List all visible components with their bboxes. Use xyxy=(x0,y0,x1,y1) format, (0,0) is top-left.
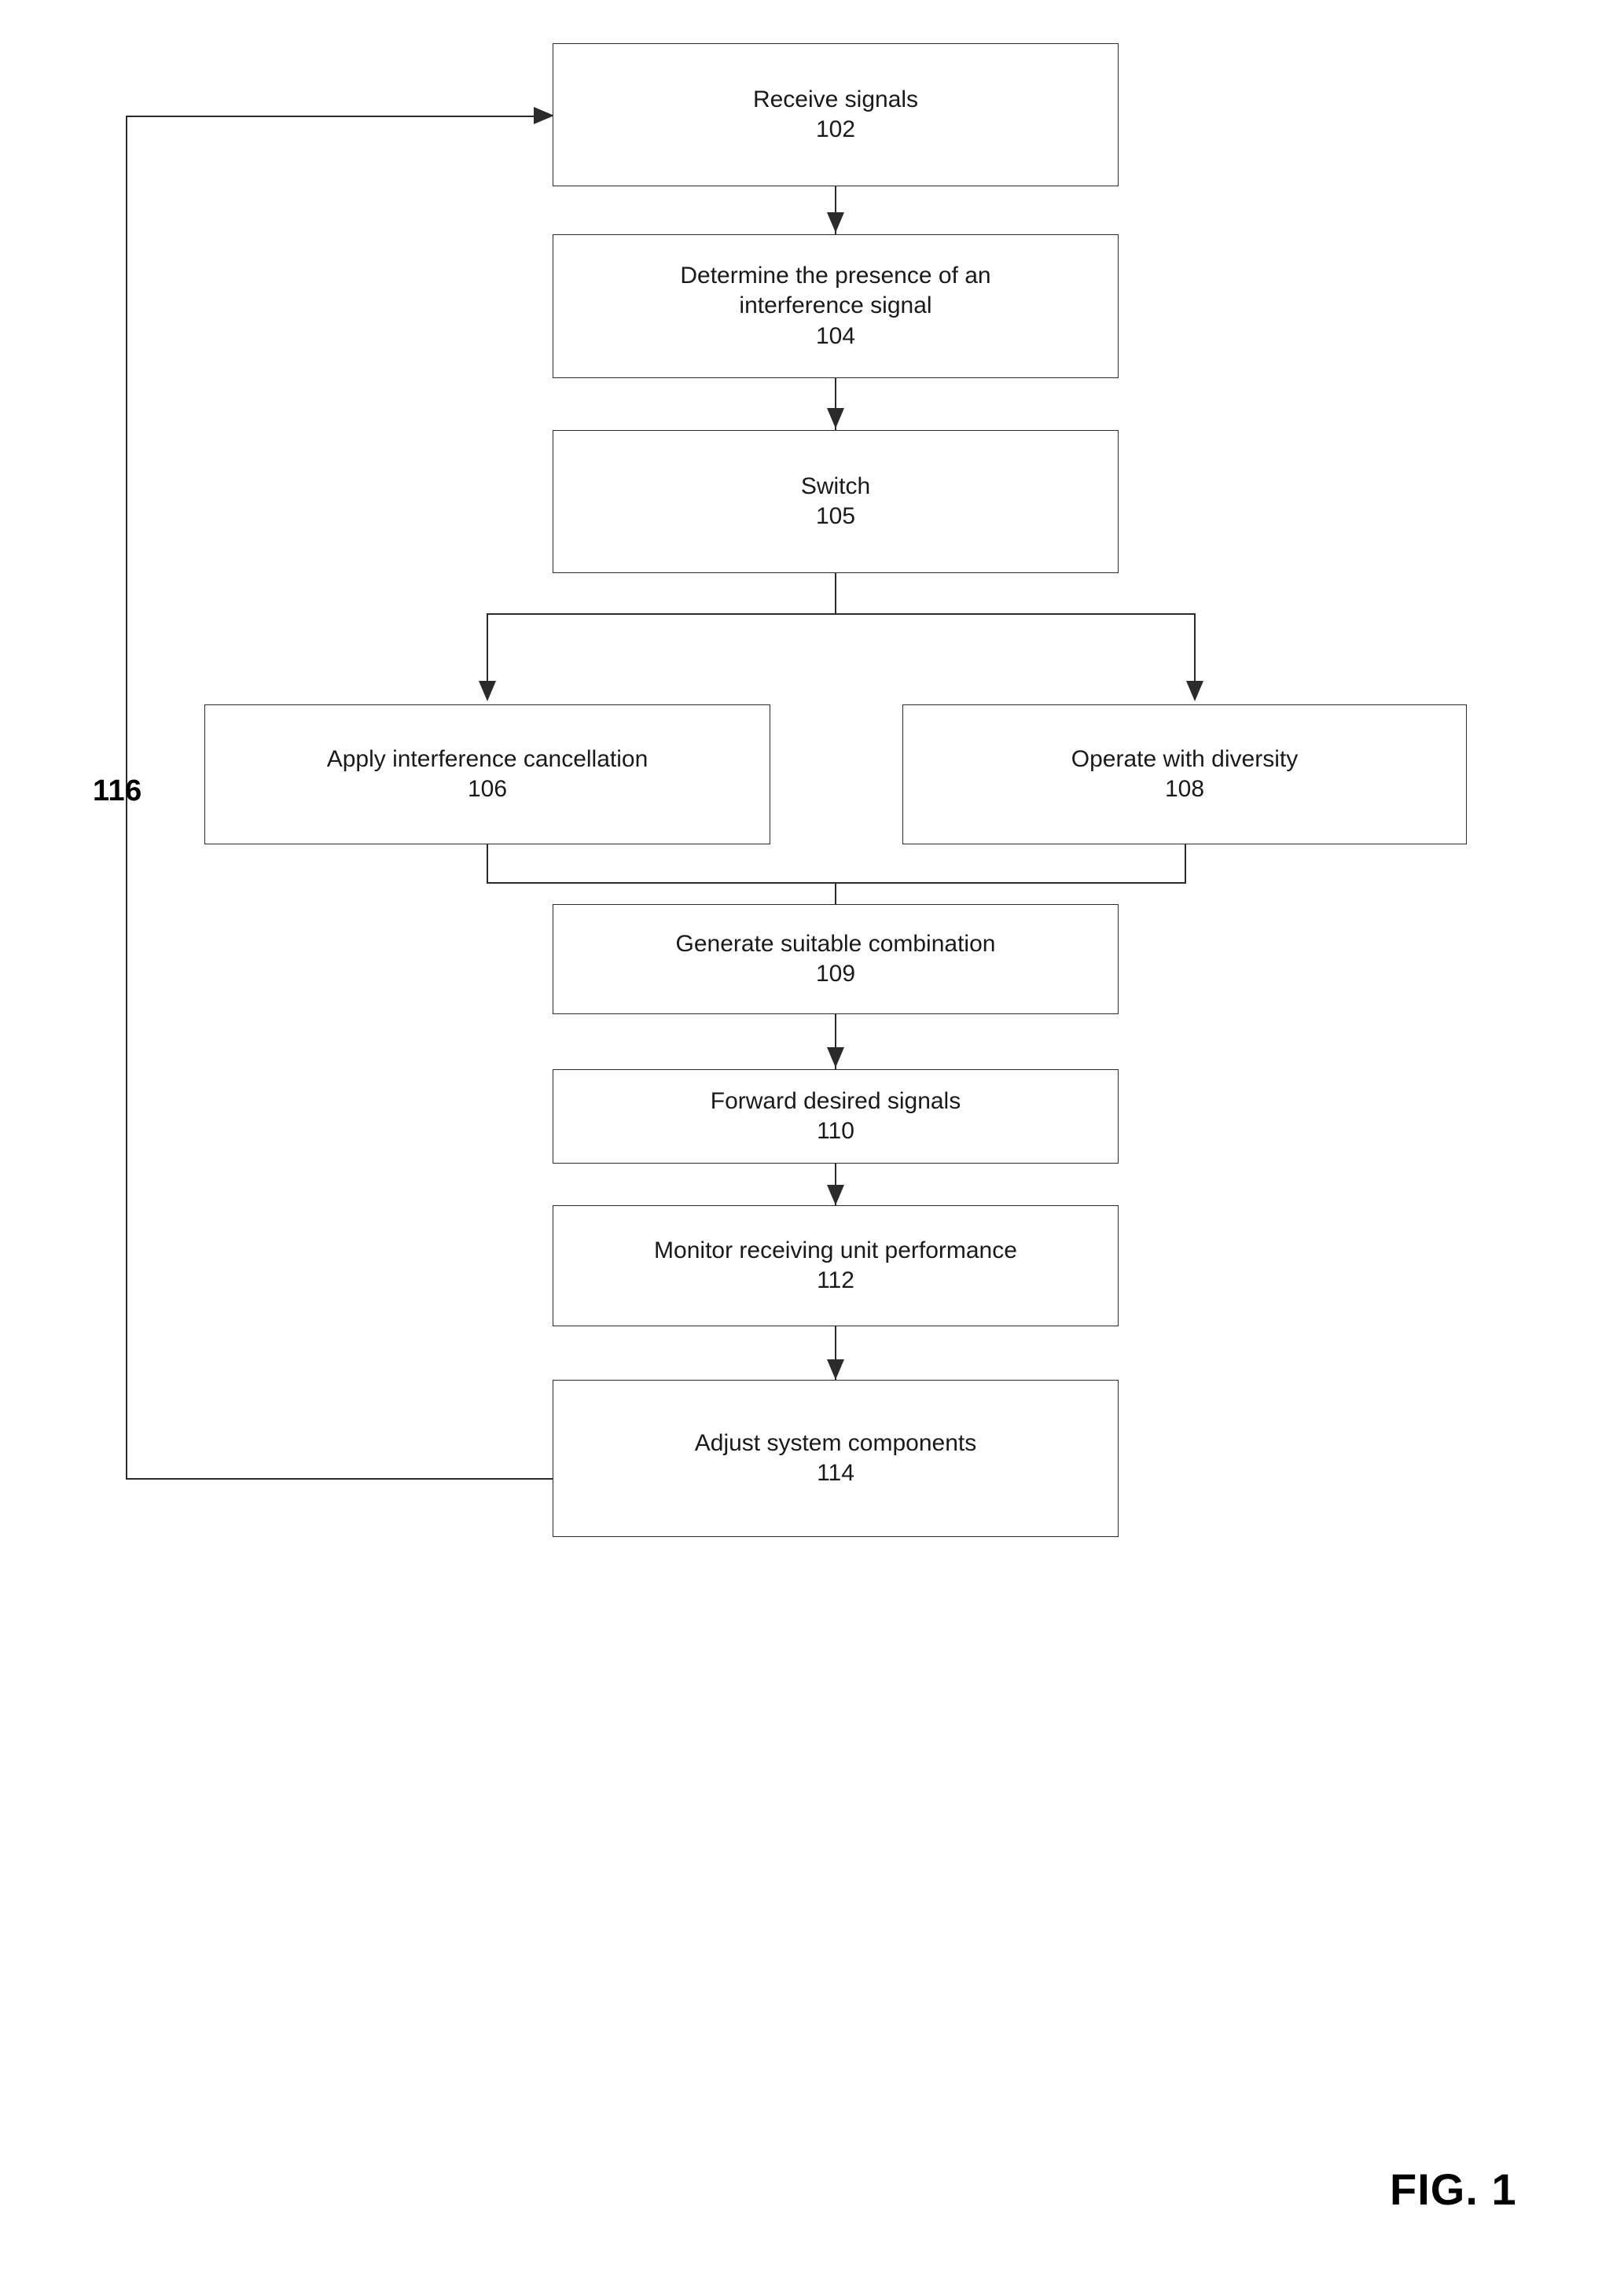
node-monitor-receiving-unit-performance[interactable]: Monitor receiving unit performance 112 xyxy=(553,1205,1119,1326)
node-forward-desired-signals[interactable]: Forward desired signals 110 xyxy=(553,1069,1119,1164)
edge-merge-bar xyxy=(487,882,1186,884)
edge-106-to-merge xyxy=(487,844,488,883)
edge-105-to-split-stem xyxy=(835,573,836,614)
edge-102-to-104-arrowhead xyxy=(827,212,844,233)
figure-canvas: 116 Receive signals 102 Determine the pr… xyxy=(0,0,1624,2291)
edge-split-to-108-arrowhead xyxy=(1186,681,1203,701)
edge-109-to-110-arrowhead xyxy=(827,1047,844,1068)
node-switch-number: 105 xyxy=(815,503,856,529)
edge-split-bar xyxy=(487,613,1195,615)
edge-112-to-114-arrowhead xyxy=(827,1359,844,1380)
node-determine-interference-label: Determine the presence of an interferenc… xyxy=(680,262,991,319)
node-apply-interference-cancellation-label: Apply interference cancellation xyxy=(326,745,648,772)
node-adjust-system-components-label: Adjust system components xyxy=(694,1429,977,1456)
node-generate-suitable-combination-number: 109 xyxy=(815,961,856,987)
node-adjust-system-components-number: 114 xyxy=(817,1460,854,1486)
node-operate-with-diversity[interactable]: Operate with diversity 108 xyxy=(902,704,1467,844)
node-switch[interactable]: Switch 105 xyxy=(553,430,1119,573)
node-monitor-receiving-unit-performance-label: Monitor receiving unit performance xyxy=(654,1237,1017,1263)
edge-104-to-105-arrowhead xyxy=(827,408,844,428)
node-determine-interference-number: 104 xyxy=(815,322,856,349)
node-forward-desired-signals-label: Forward desired signals xyxy=(710,1087,961,1114)
feedback-edge-arrowhead xyxy=(534,107,554,124)
node-determine-interference[interactable]: Determine the presence of an interferenc… xyxy=(553,234,1119,378)
node-apply-interference-cancellation[interactable]: Apply interference cancellation 106 xyxy=(204,704,770,844)
node-receive-signals-number: 102 xyxy=(815,116,856,142)
node-operate-with-diversity-number: 108 xyxy=(1164,776,1205,802)
edge-110-to-112-arrowhead xyxy=(827,1185,844,1205)
node-generate-suitable-combination-label: Generate suitable combination xyxy=(675,930,996,957)
node-receive-signals-label: Receive signals xyxy=(752,86,919,112)
feedback-edge-segment-bottom xyxy=(126,1478,554,1480)
node-adjust-system-components[interactable]: Adjust system components 114 xyxy=(553,1380,1119,1537)
node-generate-suitable-combination[interactable]: Generate suitable combination 109 xyxy=(553,904,1119,1014)
edge-108-to-merge xyxy=(1185,844,1186,883)
node-monitor-receiving-unit-performance-number: 112 xyxy=(817,1267,854,1293)
node-switch-label: Switch xyxy=(800,473,871,499)
figure-caption: FIG. 1 xyxy=(1390,2164,1517,2214)
edge-split-to-106 xyxy=(487,613,488,684)
node-receive-signals[interactable]: Receive signals 102 xyxy=(553,43,1119,186)
feedback-edge-segment-top xyxy=(126,116,535,117)
edge-split-to-108 xyxy=(1194,613,1196,684)
node-forward-desired-signals-number: 110 xyxy=(817,1118,854,1144)
edge-merge-to-109 xyxy=(835,882,836,906)
loop-reference-numeral: 116 xyxy=(93,774,142,807)
node-operate-with-diversity-label: Operate with diversity xyxy=(1071,745,1299,772)
edge-split-to-106-arrowhead xyxy=(479,681,496,701)
node-apply-interference-cancellation-number: 106 xyxy=(467,776,508,802)
